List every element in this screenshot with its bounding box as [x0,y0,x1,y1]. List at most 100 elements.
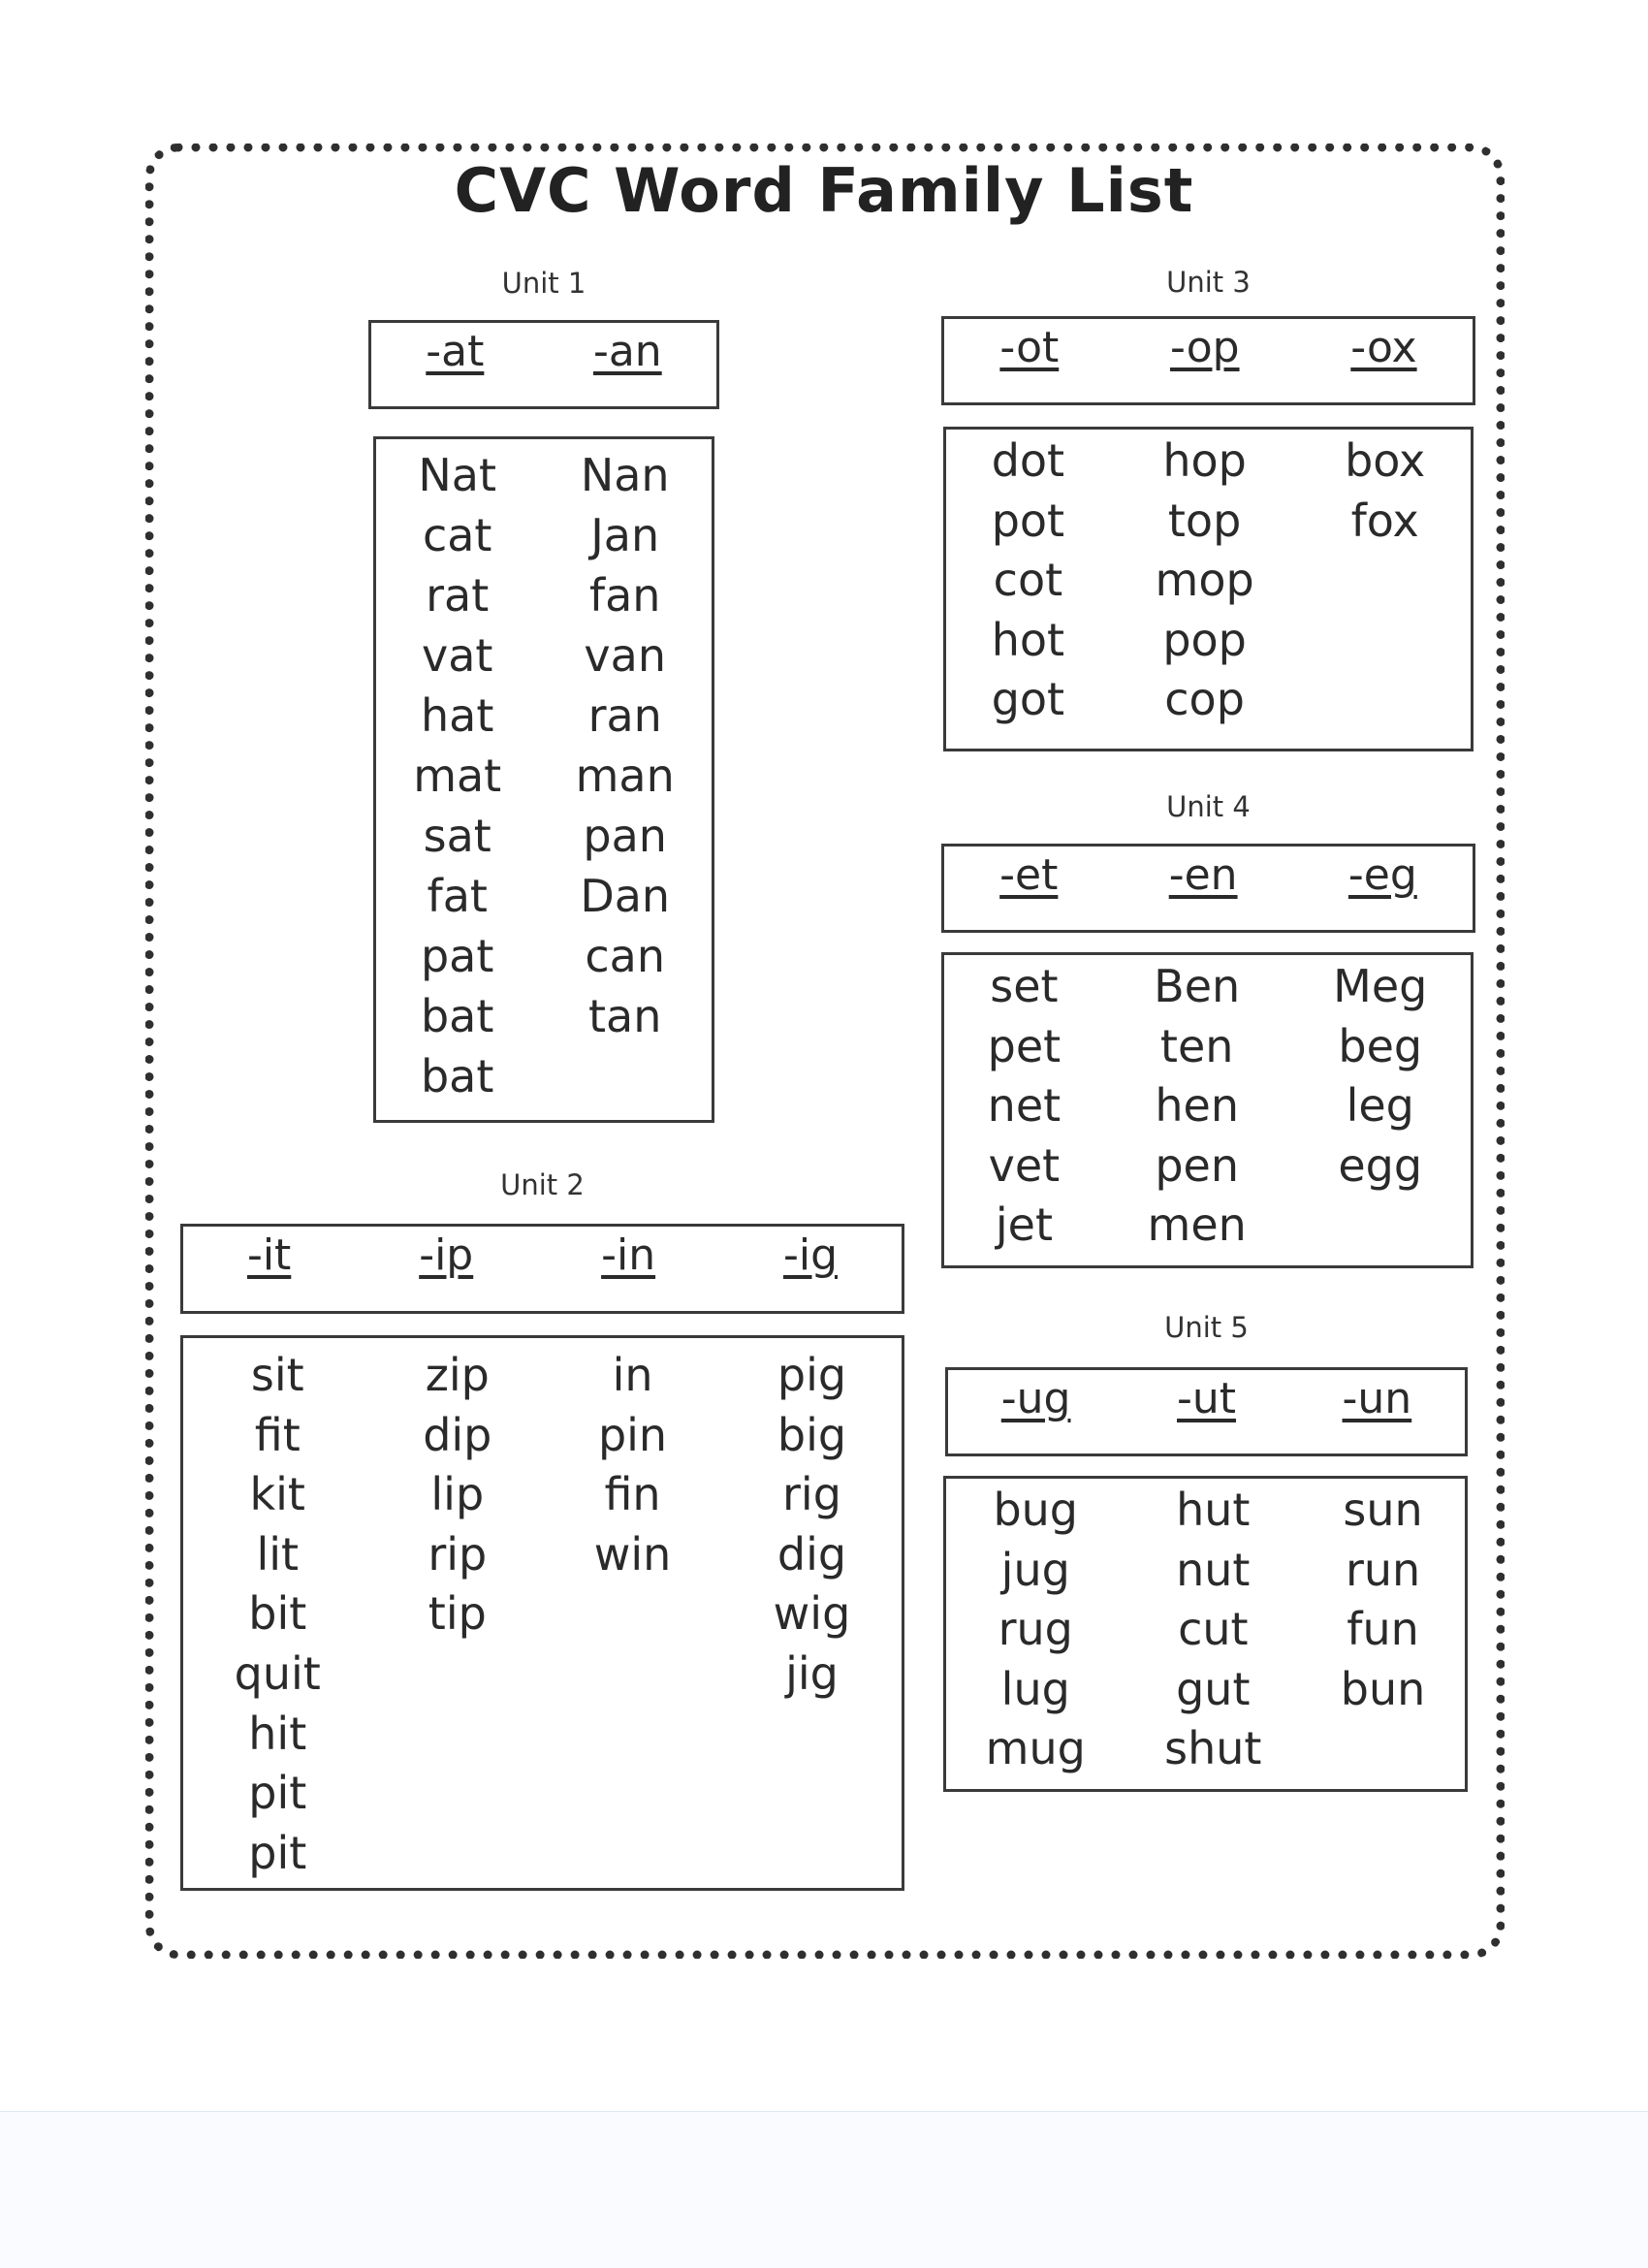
word-item: lit [256,1527,300,1581]
word-column: bug jug rug lug mug [986,1481,1086,1779]
word-family-heading: -in [601,1230,656,1280]
word-item: run [1345,1543,1421,1596]
word-column: box fox [1345,431,1425,730]
word-column: set pet net vet jet [988,957,1062,1256]
word-item: dip [423,1408,492,1461]
word-item: men [1147,1198,1247,1252]
family-header-row: -ot -op -ox [944,319,1473,372]
word-columns: sit fit kit lit bit quit hit pit pit zip dip lip rip… [183,1344,902,1883]
word-item: big [776,1408,847,1461]
word-item: pat [420,930,494,982]
word-item: jig [785,1646,839,1700]
word-item: cut [1178,1603,1249,1656]
word-item: dot [991,434,1065,487]
word-column: sit fit kit lit bit quit hit pit pit [235,1346,321,1883]
word-family-heading: -ox [1350,323,1417,372]
word-item: zip [425,1349,490,1401]
family-header-row: -it -ip -in -ig [183,1227,902,1280]
word-item: tan [588,990,662,1042]
word-item: ran [587,689,662,742]
word-item: mop [1155,554,1254,607]
word-columns: Nat cat rat vat hat mat sat fat pat bat bat Nan Jan f… [376,443,712,1106]
word-column: Ben ten hen pen men [1148,957,1247,1256]
word-item: net [987,1079,1062,1133]
word-item: lip [430,1468,485,1521]
word-item: pin [597,1408,668,1461]
word-item: bat [420,1050,494,1102]
unit-4-word-box: set pet net vet jet Ben ten hen pen men Meg beg leg e… [941,952,1474,1268]
word-family-heading: -eg [1347,850,1417,900]
unit-4-label: Unit 4 [1166,790,1251,823]
word-item: egg [1338,1138,1423,1192]
word-item: top [1167,494,1242,547]
word-family-heading: -en [1168,850,1238,900]
word-item: cot [993,554,1063,607]
word-item: lug [1000,1662,1070,1715]
unit-2-word-box: sit fit kit lit bit quit hit pit pit zip dip lip rip… [180,1335,904,1891]
family-header-row: -at -an [371,323,716,376]
word-column: zip dip lip rip tip [423,1346,491,1883]
word-item: got [991,673,1065,726]
word-item: pan [583,810,667,862]
word-column: hut nut cut gut shut [1164,1481,1261,1779]
word-item: fox [1350,494,1419,547]
word-item: nut [1176,1543,1251,1596]
word-family-heading: -ug [1000,1374,1071,1423]
word-item: shut [1164,1722,1262,1775]
word-item: Nat [418,449,497,501]
word-column: hop top mop pop cop [1156,431,1254,730]
unit-3-label: Unit 3 [1166,266,1251,299]
word-item: pit [248,1826,307,1879]
word-item: pen [1155,1138,1239,1192]
word-column: pig big rig dig wig jig [774,1346,851,1883]
word-family-heading: -ot [999,323,1060,372]
word-item: cop [1164,673,1245,726]
unit-5-label: Unit 5 [1164,1311,1249,1344]
unit-2-label: Unit 2 [500,1168,585,1201]
word-item: hit [248,1707,307,1760]
word-item: mug [985,1722,1086,1775]
word-column: Nat cat rat vat hat mat sat fat pat bat bat [413,445,501,1106]
word-column: in pin fin win [594,1346,672,1883]
family-header-row: -et -en -eg [944,847,1473,900]
word-item: vat [421,629,493,682]
word-item: sit [250,1349,304,1401]
word-item: cat [422,509,492,561]
word-family-heading: -an [592,327,662,376]
word-column: Meg beg leg egg [1333,957,1427,1256]
page-title: CVC Word Family List [454,155,1194,226]
unit-4-header-box: -et -en -eg [941,844,1475,933]
word-item: vet [988,1138,1061,1192]
word-family-heading: -ig [783,1230,839,1280]
word-item: fit [254,1408,301,1461]
word-columns: bug jug rug lug mug hut nut cut gut shut sun run fun… [946,1479,1465,1779]
word-item: man [575,750,675,802]
word-item: pit [248,1767,307,1820]
word-item: fin [604,1468,661,1521]
unit-3-word-box: dot pot cot hot got hop top mop pop cop box fox [943,427,1474,751]
unit-1-label: Unit 1 [501,267,586,300]
word-family-heading: -et [999,850,1059,900]
word-item: rig [782,1468,841,1521]
word-item: pop [1162,613,1247,666]
word-item: mat [413,750,502,802]
word-item: pet [987,1019,1062,1072]
word-item: fat [427,870,488,922]
word-family-heading: -ip [419,1230,474,1280]
word-column: Nan Jan fan van ran man pan Dan can tan [576,445,675,1106]
word-columns: dot pot cot hot got hop top mop pop cop box fox [946,430,1471,730]
word-item: Meg [1333,960,1428,1012]
word-item: bat [420,990,494,1042]
word-item: jug [1000,1543,1070,1596]
word-item: leg [1346,1079,1414,1133]
unit-5-header-box: -ug -ut -un [945,1367,1468,1456]
word-item: win [593,1527,672,1581]
word-item: gut [1176,1662,1251,1715]
word-item: hot [991,613,1065,666]
word-family-heading: -at [426,327,485,376]
word-item: Nan [580,449,670,501]
word-columns: set pet net vet jet Ben ten hen pen men Meg beg leg e… [944,955,1471,1256]
word-item: fun [1347,1603,1419,1656]
word-item: fan [588,569,661,622]
word-item: bun [1340,1662,1426,1715]
